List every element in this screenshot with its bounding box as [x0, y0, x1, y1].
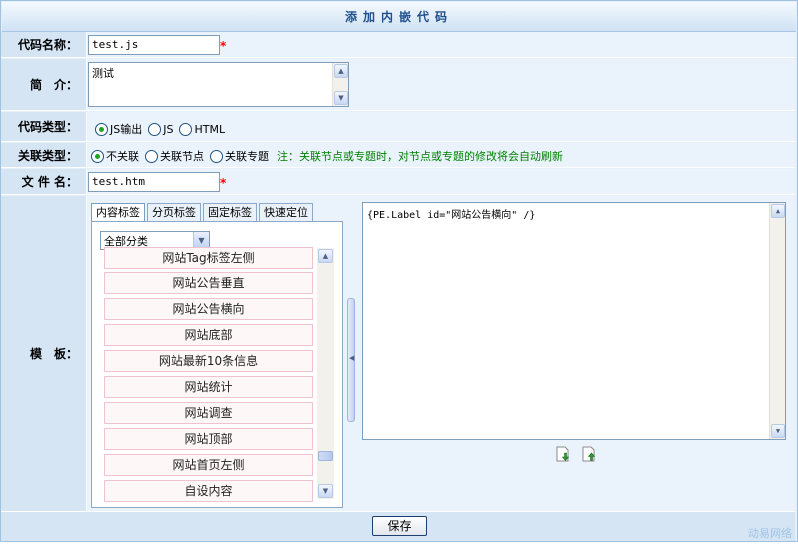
scroll-down-icon[interactable]: ▼	[771, 424, 785, 438]
label-list-item[interactable]: 网站首页左侧	[104, 454, 313, 476]
link-type-option-label: 关联专题	[225, 150, 269, 163]
link-type-option-label: 不关联	[106, 150, 139, 163]
label-tabs: 内容标签 分页标签 固定标签 快速定位	[91, 203, 343, 224]
label-list-item[interactable]: 网站Tag标签左侧	[104, 247, 313, 269]
tab-quick-locate[interactable]: 快速定位	[259, 203, 313, 223]
link-type-radio-special[interactable]	[210, 149, 223, 163]
intro-textarea[interactable]: 测试 ▲ ▼	[88, 62, 349, 107]
code-type-option-label: JS输出	[110, 123, 143, 136]
code-name-input[interactable]: test.js	[88, 35, 220, 55]
chevron-left-icon: ◀	[349, 354, 355, 362]
file-name-label: 文 件 名：	[1, 169, 87, 194]
label-list-item[interactable]: 自设内容	[104, 480, 313, 502]
intro-scrollbar[interactable]: ▲ ▼	[332, 63, 348, 106]
link-type-label: 关联类型：	[1, 143, 87, 167]
brand-watermark: 动易网络	[748, 527, 792, 540]
required-mark: *	[220, 39, 227, 53]
label-panel: 全部分类 ▼ 网站Tag标签左侧 网站公告垂直 网站公告横向 网站底部 网站最新…	[91, 221, 343, 508]
scroll-thumb[interactable]	[318, 451, 333, 461]
code-type-radio-group: JS输出 JS HTML	[95, 119, 231, 139]
code-type-option-label: JS	[163, 122, 174, 136]
link-type-radio-group: 不关联 关联节点 关联专题 注：关联节点或专题时，对节点或专题的修改将会自动刷新	[91, 146, 563, 166]
tab-page-labels[interactable]: 分页标签	[147, 203, 201, 223]
tab-fixed-labels[interactable]: 固定标签	[203, 203, 257, 223]
code-name-label: 代码名称：	[1, 32, 87, 57]
label-list-item[interactable]: 网站最新10条信息	[104, 350, 313, 372]
panel-splitter[interactable]: ◀	[347, 298, 355, 422]
intro-label: 简 介：	[1, 59, 87, 110]
scroll-down-icon[interactable]: ▼	[334, 91, 348, 105]
scroll-up-icon[interactable]: ▲	[318, 249, 333, 263]
template-textarea[interactable]: {PE.Label id="网站公告横向" /} ▲ ▼	[362, 202, 786, 440]
file-name-input[interactable]: test.htm	[88, 172, 220, 192]
required-mark: *	[220, 176, 227, 190]
label-list-item[interactable]: 网站公告垂直	[104, 272, 313, 294]
scroll-down-icon[interactable]: ▼	[318, 484, 333, 498]
code-type-option-label: HTML	[194, 122, 226, 136]
link-type-note: 注：关联节点或专题时，对节点或专题的修改将会自动刷新	[277, 150, 563, 163]
label-list-item[interactable]: 网站顶部	[104, 428, 313, 450]
label-list-item[interactable]: 网站调查	[104, 402, 313, 424]
label-list-item[interactable]: 网站公告横向	[104, 298, 313, 320]
scroll-up-icon[interactable]: ▲	[771, 204, 785, 218]
template-scrollbar[interactable]: ▲ ▼	[769, 203, 785, 439]
code-type-radio-js-output[interactable]	[95, 122, 108, 136]
link-type-radio-none[interactable]	[91, 149, 104, 163]
code-type-label: 代码类型：	[1, 112, 87, 141]
link-type-radio-node[interactable]	[145, 149, 158, 163]
intro-text: 测试	[92, 67, 114, 80]
template-content: {PE.Label id="网站公告横向" /}	[367, 210, 536, 221]
scroll-up-icon[interactable]: ▲	[334, 64, 348, 78]
label-list-item[interactable]: 网站底部	[104, 324, 313, 346]
link-type-option-label: 关联节点	[160, 150, 204, 163]
form-title: 添加内嵌代码	[2, 2, 796, 32]
template-label: 模 板：	[1, 196, 87, 511]
save-button[interactable]: 保存	[372, 516, 427, 536]
label-list-scrollbar[interactable]: ▲ ▼	[317, 248, 334, 499]
code-type-radio-js[interactable]	[148, 122, 162, 136]
arrow-down-icon[interactable]	[555, 446, 571, 462]
label-list-item[interactable]: 网站统计	[104, 376, 313, 398]
code-type-radio-html[interactable]	[179, 122, 193, 136]
arrow-up-icon[interactable]	[581, 446, 597, 462]
